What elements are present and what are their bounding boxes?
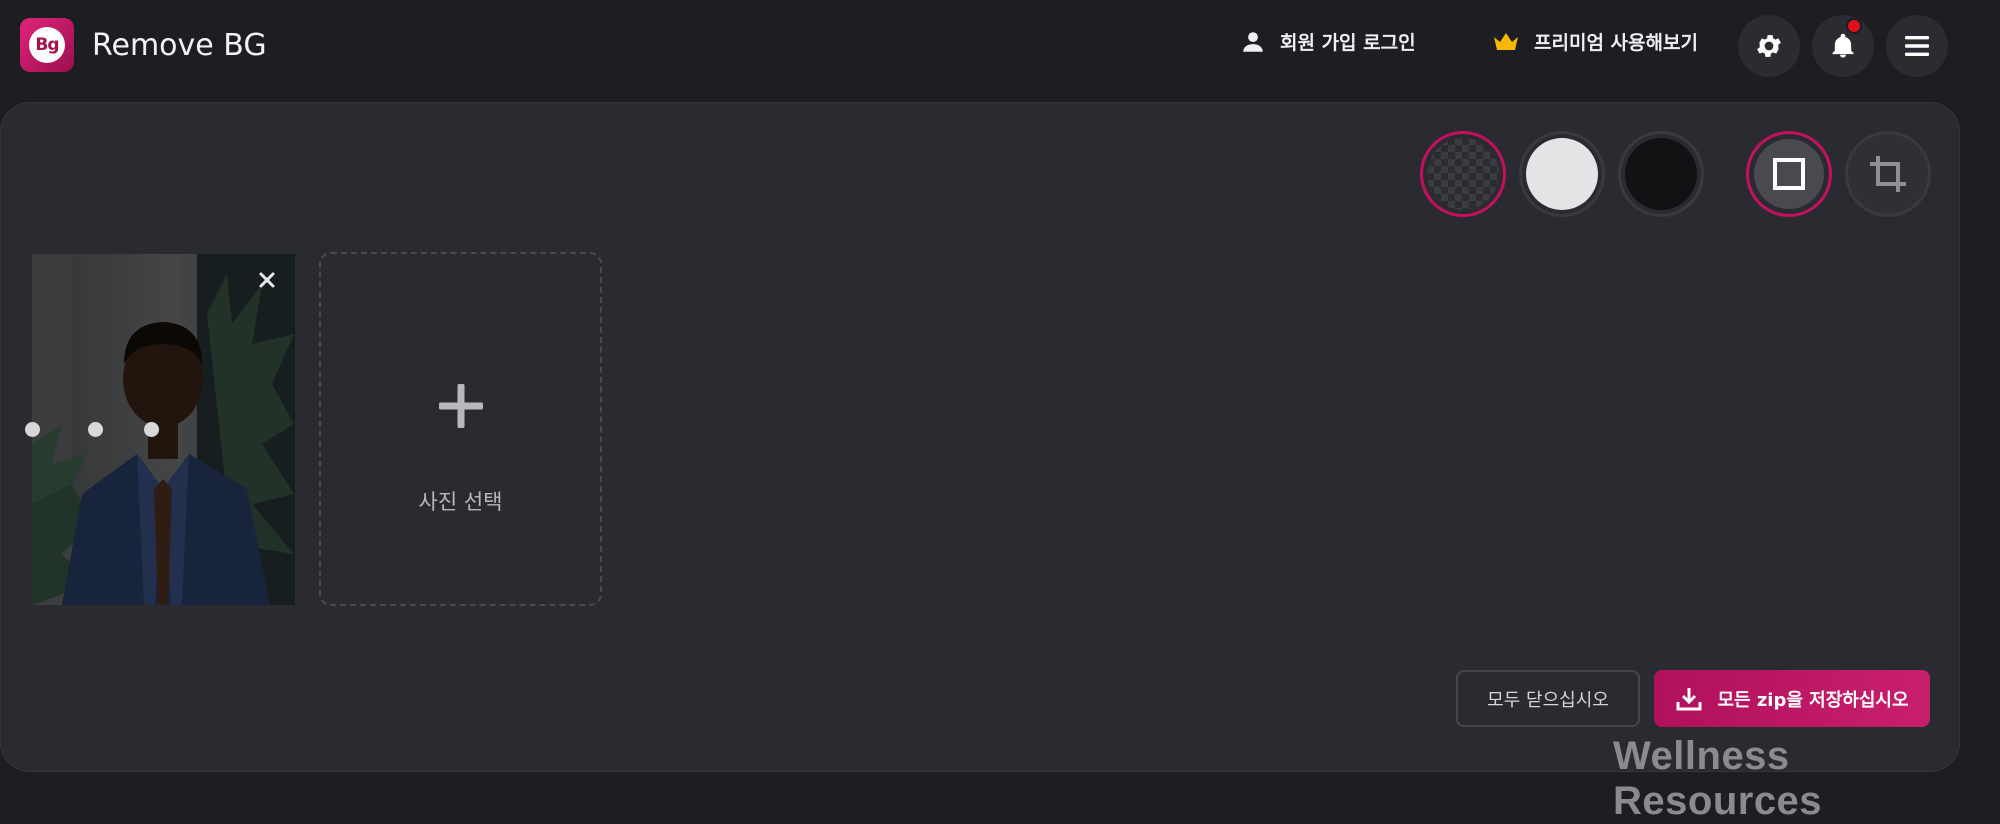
checkerboard-swatch: [1427, 138, 1499, 210]
notification-badge: [1846, 18, 1862, 34]
brand[interactable]: Bg Remove BG: [20, 18, 267, 72]
close-icon: [258, 271, 276, 289]
app-title: Remove BG: [92, 27, 267, 63]
add-photo-label: 사진 선택: [418, 490, 503, 514]
menu-button[interactable]: [1886, 15, 1948, 77]
save-all-zip-button[interactable]: 모든 zip을 저장하십시오: [1654, 670, 1930, 727]
premium-trial-link[interactable]: 프리미엄 사용해보기: [1492, 28, 1698, 55]
close-all-label: 모두 닫으십시오: [1487, 689, 1609, 711]
top-header: Bg Remove BG 회원 가입 로그인 프리미엄 사용해보기: [0, 0, 2000, 92]
signup-login-label: 회원 가입 로그인: [1280, 32, 1416, 54]
white-swatch: [1526, 138, 1598, 210]
uploaded-image-thumbnail[interactable]: [32, 254, 295, 605]
remove-image-button[interactable]: [253, 266, 281, 294]
signup-login-link[interactable]: 회원 가입 로그인: [1240, 28, 1416, 55]
download-icon: [1675, 685, 1703, 713]
background-transparent-option[interactable]: [1420, 131, 1506, 217]
bell-icon: [1829, 32, 1857, 60]
full-frame-mode-button[interactable]: [1746, 131, 1832, 217]
square-frame-icon: [1771, 156, 1807, 192]
crown-icon: [1492, 31, 1520, 53]
loading-dot: [25, 422, 40, 437]
loading-dot: [144, 422, 159, 437]
hamburger-menu-icon: [1903, 34, 1931, 58]
save-all-zip-label: 모든 zip을 저장하십시오: [1717, 689, 1909, 711]
app-logo: Bg: [20, 18, 74, 72]
user-icon: [1240, 29, 1266, 55]
loading-dot: [88, 422, 103, 437]
gear-icon: [1754, 31, 1784, 61]
premium-trial-label: 프리미엄 사용해보기: [1534, 32, 1698, 54]
notifications-button[interactable]: [1812, 15, 1874, 77]
plus-icon: [437, 382, 485, 434]
portrait-photo: [32, 254, 295, 605]
logo-mark: Bg: [29, 27, 65, 63]
background-white-option[interactable]: [1519, 131, 1605, 217]
black-swatch: [1625, 138, 1697, 210]
close-all-button[interactable]: 모두 닫으십시오: [1456, 670, 1640, 727]
watermark-text: Wellness Resources: [1613, 734, 1823, 823]
add-photo-card[interactable]: 사진 선택: [319, 252, 602, 606]
crop-mode-button[interactable]: [1845, 131, 1931, 217]
crop-icon: [1868, 154, 1908, 194]
background-black-option[interactable]: [1618, 131, 1704, 217]
settings-button[interactable]: [1738, 15, 1800, 77]
